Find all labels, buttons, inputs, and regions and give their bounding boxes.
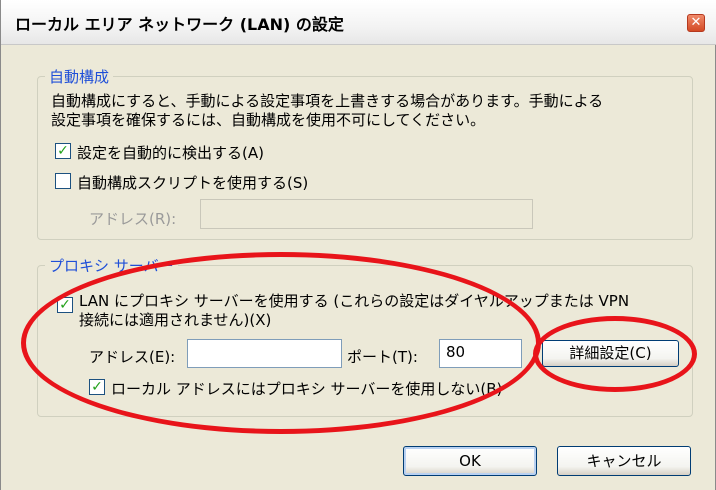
title-bar[interactable]: ローカル エリア ネットワーク (LAN) の設定 ✕: [1, 0, 716, 45]
check-icon: ✓: [57, 143, 69, 159]
auto-config-description-line1: 自動構成にすると、手動による設定事項を上書きする場合があります。手動による: [51, 92, 604, 110]
proxy-annotation-oval: [21, 252, 541, 434]
window-title: ローカル エリア ネットワーク (LAN) の設定: [15, 15, 344, 34]
auto-config-legend: 自動構成: [45, 66, 114, 87]
auto-detect-checkbox[interactable]: ✓: [55, 143, 71, 159]
close-button[interactable]: ✕: [687, 14, 705, 32]
auto-config-description-line2: 設定事項を確保するには、自動構成を使用不可にしてください。: [51, 111, 486, 129]
auto-detect-label[interactable]: 設定を自動的に検出する(A): [77, 142, 264, 163]
ok-button[interactable]: OK: [403, 446, 537, 476]
script-address-input: [200, 199, 533, 229]
advanced-annotation-oval: [533, 316, 697, 392]
cancel-button[interactable]: キャンセル: [557, 446, 691, 476]
use-script-label[interactable]: 自動構成スクリプトを使用する(S): [77, 172, 308, 193]
script-address-label: アドレス(R):: [89, 210, 177, 228]
lan-settings-dialog: ローカル エリア ネットワーク (LAN) の設定 ✕ 自動構成 自動構成にする…: [0, 0, 716, 490]
close-icon: ✕: [690, 15, 702, 30]
use-script-checkbox[interactable]: [55, 173, 71, 189]
